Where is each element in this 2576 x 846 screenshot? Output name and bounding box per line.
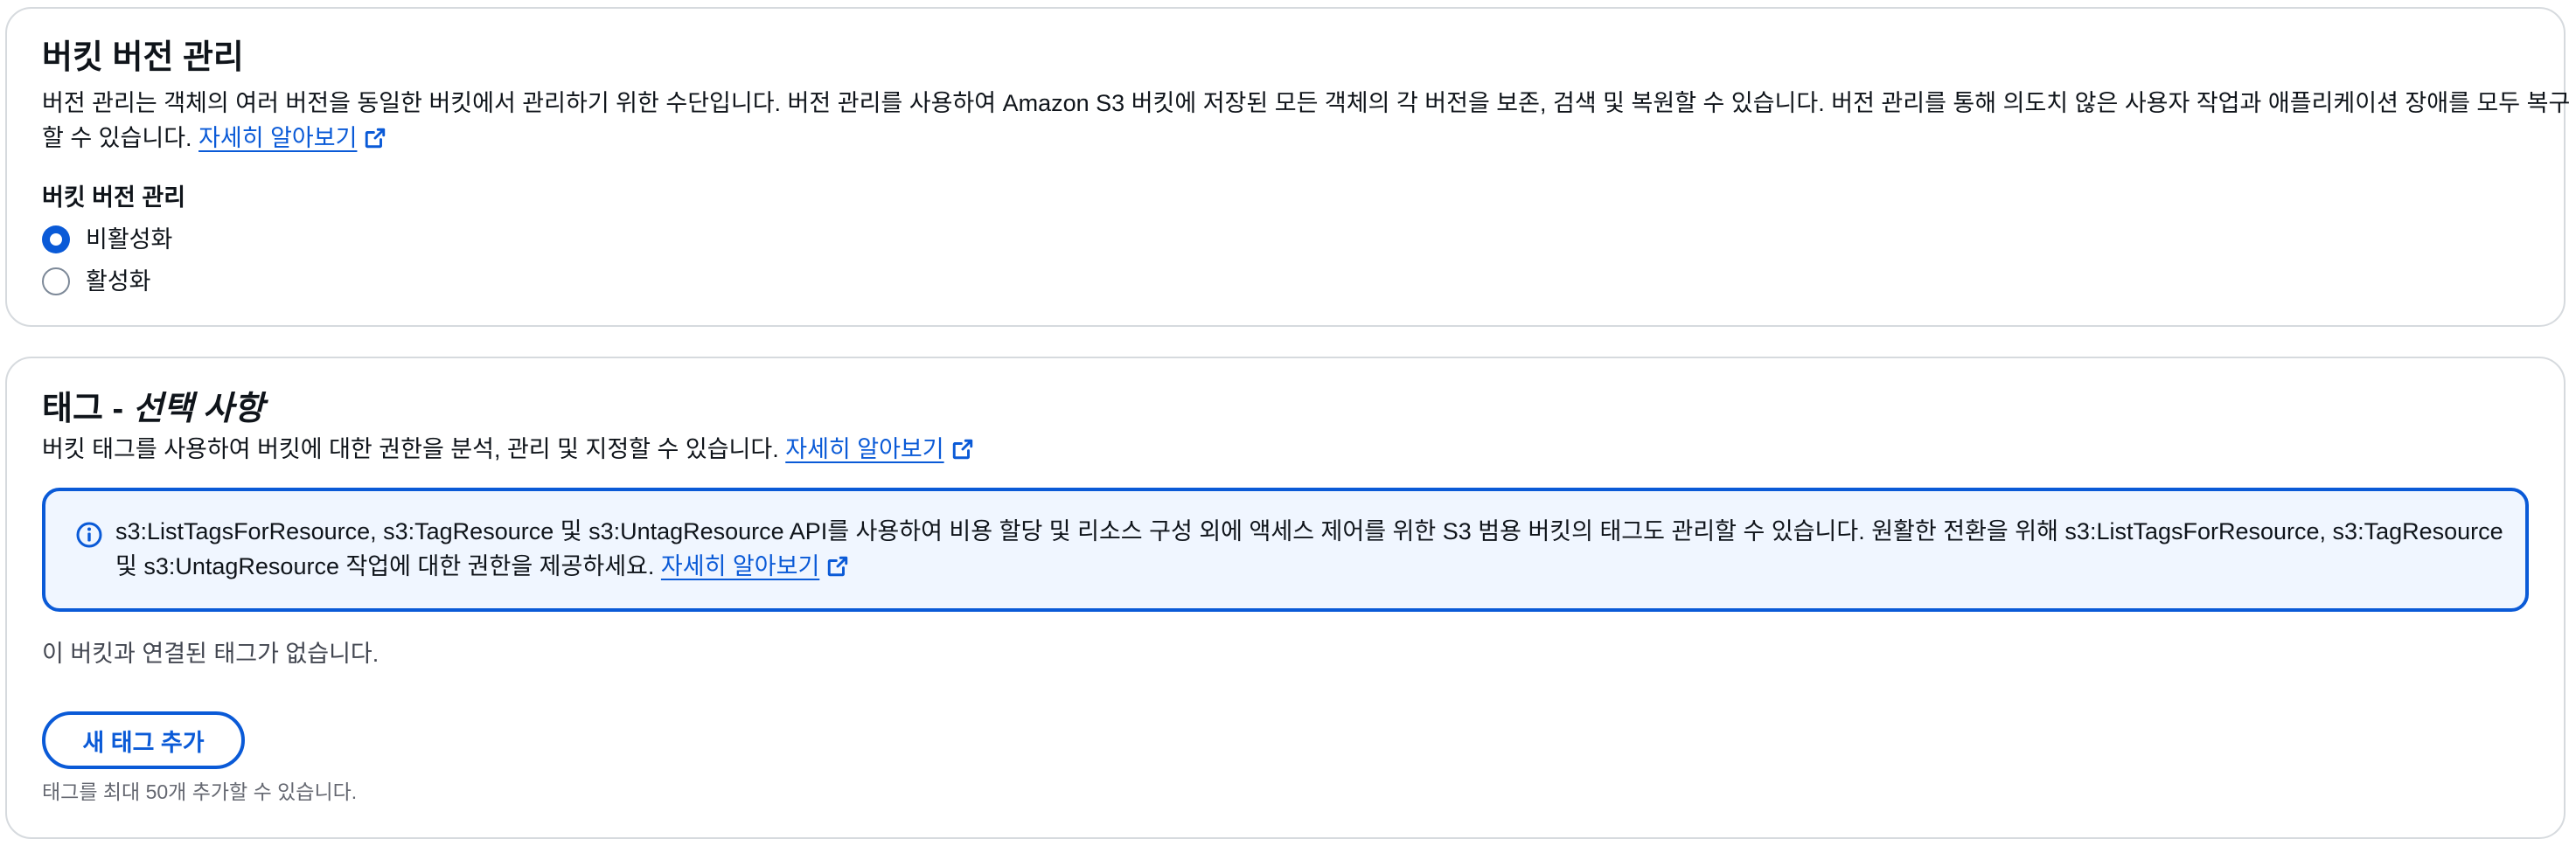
- add-new-tag-button[interactable]: 새 태그 추가: [42, 711, 245, 769]
- tags-learn-more-link[interactable]: 자세히 알아보기: [785, 436, 973, 462]
- tags-limit-hint: 태그를 최대 50개 추가할 수 있습니다.: [42, 780, 358, 803]
- radio-option-enable[interactable]: 활성화: [42, 264, 151, 299]
- external-link-icon: [366, 128, 386, 149]
- tags-panel: 태그 - 선택 사항 버킷 태그를 사용하여 버킷에 대한 권한을 분석, 관리…: [5, 357, 2566, 839]
- tags-description: 버킷 태그를 사용하여 버킷에 대한 권한을 분석, 관리 및 지정할 수 있습…: [42, 432, 974, 467]
- info-alert-line2-wrap: 및 s3:UntagResource 작업에 대한 권한을 제공하세요. 자세히…: [115, 549, 2511, 584]
- versioning-learn-more-label: 자세히 알아보기: [198, 125, 358, 151]
- radio-label-disable: 비활성화: [86, 226, 173, 253]
- tags-learn-more-label: 자세히 알아보기: [785, 436, 944, 462]
- versioning-title: 버킷 버전 관리: [42, 39, 244, 76]
- tags-title: 태그 - 선택 사항: [42, 388, 264, 430]
- versioning-description-line1: 버전 관리는 객체의 여러 버전을 동일한 버킷에서 관리하기 위한 수단입니다…: [42, 90, 2571, 116]
- tags-title-main: 태그 -: [42, 391, 124, 427]
- radio-label-enable: 활성화: [86, 268, 151, 295]
- no-tags-message: 이 버킷과 연결된 태그가 없습니다.: [42, 641, 379, 667]
- info-icon: [76, 522, 102, 548]
- tags-info-alert: s3:ListTagsForResource, s3:TagResource 및…: [42, 488, 2529, 612]
- versioning-description: 버전 관리는 객체의 여러 버전을 동일한 버킷에서 관리하기 위한 수단입니다…: [42, 86, 2570, 156]
- versioning-learn-more-link[interactable]: 자세히 알아보기: [198, 125, 386, 151]
- external-link-icon: [952, 439, 972, 460]
- tags-title-optional: 선택 사항: [132, 391, 265, 427]
- external-link-icon: [828, 556, 848, 577]
- info-learn-more-label: 자세히 알아보기: [660, 553, 820, 579]
- bucket-versioning-panel: 버킷 버전 관리 버전 관리는 객체의 여러 버전을 동일한 버킷에서 관리하기…: [5, 7, 2570, 327]
- radio-button-disable[interactable]: [42, 225, 70, 253]
- info-alert-line1: s3:ListTagsForResource, s3:TagResource 및…: [115, 518, 2503, 544]
- info-learn-more-link[interactable]: 자세히 알아보기: [661, 553, 849, 579]
- radio-option-disable[interactable]: 비활성화: [42, 222, 172, 257]
- tags-description-text: 버킷 태그를 사용하여 버킷에 대한 권한을 분석, 관리 및 지정할 수 있습…: [42, 436, 779, 462]
- info-alert-text: s3:ListTagsForResource, s3:TagResource 및…: [115, 514, 2511, 584]
- versioning-field-label: 버킷 버전 관리: [42, 184, 186, 211]
- radio-button-enable[interactable]: [42, 267, 70, 295]
- info-alert-line2: 및 s3:UntagResource 작업에 대한 권한을 제공하세요.: [115, 553, 655, 579]
- versioning-description-line2: 할 수 있습니다.: [42, 125, 192, 151]
